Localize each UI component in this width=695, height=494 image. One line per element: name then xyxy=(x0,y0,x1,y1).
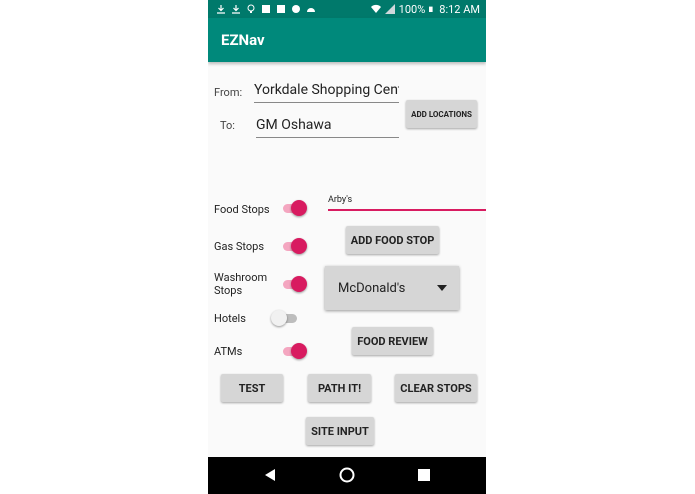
image-icon xyxy=(262,5,270,13)
test-button[interactable]: TEST xyxy=(221,374,283,402)
spinner-selected: McDonald's xyxy=(338,280,406,296)
app-bar: EZNav xyxy=(208,18,486,62)
switch-thumb xyxy=(291,276,307,292)
download-icon xyxy=(217,5,225,14)
to-label: To: xyxy=(220,119,235,132)
washroom-stops-label: Washroom Stops xyxy=(214,271,268,297)
notification-icons xyxy=(216,4,316,14)
clock: 8:12 AM xyxy=(439,2,480,16)
navigation-bar xyxy=(208,457,486,494)
switch-thumb xyxy=(291,238,307,254)
hotels-switch[interactable] xyxy=(271,309,301,327)
restaurant-spinner[interactable]: McDonald's xyxy=(325,266,459,310)
from-input[interactable]: Yorkdale Shopping Cent xyxy=(254,82,399,103)
image-icon xyxy=(277,5,285,13)
from-label: From: xyxy=(214,86,243,99)
circle-icon xyxy=(292,5,300,13)
app-title: EZNav xyxy=(221,31,265,49)
battery-percent: 100% xyxy=(398,2,426,16)
path-it-button[interactable]: PATH IT! xyxy=(308,374,371,402)
home-icon[interactable] xyxy=(339,467,355,483)
recents-icon[interactable] xyxy=(418,469,430,481)
atms-switch[interactable] xyxy=(279,342,309,360)
food-stops-switch[interactable] xyxy=(279,199,309,217)
food-input[interactable]: Arby's xyxy=(328,195,486,211)
to-input[interactable]: GM Oshawa xyxy=(256,117,399,138)
hotels-label: Hotels xyxy=(214,312,246,325)
clear-stops-button[interactable]: CLEAR STOPS xyxy=(395,374,477,402)
bulb-icon xyxy=(247,4,255,13)
food-review-button[interactable]: FOOD REVIEW xyxy=(352,327,433,355)
status-right: 100% 8:12 AM xyxy=(370,2,480,16)
washroom-stops-switch[interactable] xyxy=(279,275,309,293)
gas-stops-switch[interactable] xyxy=(279,237,309,255)
add-locations-button[interactable]: ADD LOCATIONS xyxy=(406,100,477,128)
gas-stops-label: Gas Stops xyxy=(214,240,265,253)
switch-thumb xyxy=(291,200,307,216)
status-bar: 100% 8:12 AM xyxy=(208,0,486,18)
switch-thumb xyxy=(271,310,287,326)
android-icon xyxy=(307,8,315,12)
switch-thumb xyxy=(291,343,307,359)
add-food-stop-button[interactable]: ADD FOOD STOP xyxy=(346,226,439,254)
wifi-icon xyxy=(370,4,381,14)
signal-icon xyxy=(384,4,395,14)
site-input-button[interactable]: SITE INPUT xyxy=(306,417,374,445)
download-icon xyxy=(232,5,240,14)
atms-label: ATMs xyxy=(214,345,243,358)
battery-icon xyxy=(429,6,433,12)
food-stops-label: Food Stops xyxy=(214,203,270,216)
back-icon[interactable] xyxy=(263,468,277,482)
dropdown-arrow-icon xyxy=(437,285,447,291)
